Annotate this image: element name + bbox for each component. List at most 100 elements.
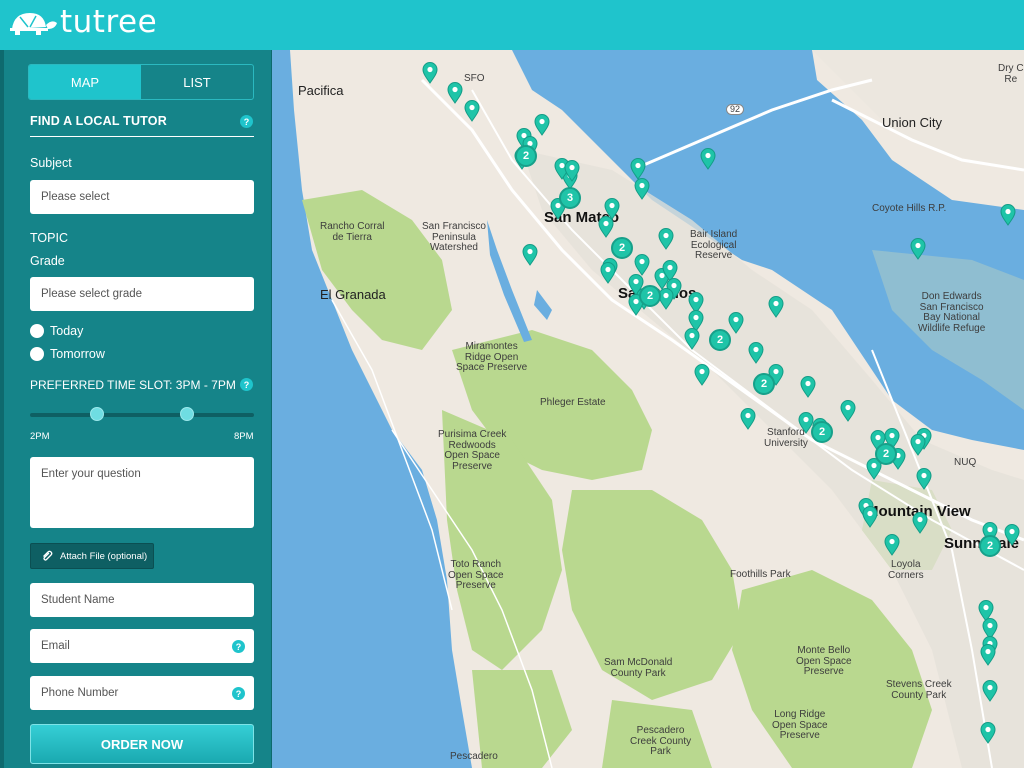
- student-name-input[interactable]: Student Name: [30, 583, 254, 617]
- top-header: tutree: [0, 0, 1024, 50]
- phone-placeholder: Phone Number: [41, 687, 119, 699]
- tutor-pin-icon[interactable]: [862, 506, 878, 528]
- slider-end-handle[interactable]: [179, 407, 194, 421]
- map-label-rancho-corral: Rancho Corral de Tierra: [320, 221, 385, 243]
- map-label-dry-creek: Dry C Re: [998, 63, 1024, 85]
- tomorrow-radio[interactable]: Tomorrow: [30, 347, 105, 361]
- tutor-pin-icon[interactable]: [980, 644, 996, 666]
- time-slot-label: PREFERRED TIME SLOT: 3PM - 7PM: [30, 378, 236, 392]
- tutor-pin-icon[interactable]: [598, 216, 614, 238]
- map-label-coyote-hills: Coyote Hills R.P.: [872, 203, 947, 214]
- map-label-toto-ranch: Toto Ranch Open Space Preserve: [448, 559, 504, 591]
- slider-start-handle[interactable]: [90, 407, 105, 421]
- tutor-map[interactable]: Pacifica SFO Union City Dry C Re 92 San M…: [272, 50, 1024, 768]
- map-label-pescadero-park: Pescadero Creek County Park: [630, 725, 692, 757]
- tutor-cluster-marker[interactable]: 2: [611, 237, 633, 259]
- tutor-pin-icon[interactable]: [982, 680, 998, 702]
- tutor-pin-icon[interactable]: [634, 178, 650, 200]
- subject-select[interactable]: Please select: [30, 180, 254, 214]
- tutor-cluster-marker[interactable]: 2: [811, 421, 833, 443]
- grade-label: Grade: [30, 254, 65, 268]
- tutor-pin-icon[interactable]: [910, 238, 926, 260]
- question-textarea[interactable]: Enter your question: [30, 457, 254, 528]
- map-label-stevens-creek: Stevens Creek County Park: [886, 679, 952, 701]
- tutor-pin-icon[interactable]: [1004, 524, 1020, 546]
- tutor-pin-icon[interactable]: [728, 312, 744, 334]
- tutor-cluster-marker[interactable]: 2: [515, 145, 537, 167]
- tutor-cluster-marker[interactable]: 2: [639, 285, 661, 307]
- tutor-pin-icon[interactable]: [634, 254, 650, 276]
- radio-circle-icon: [30, 347, 44, 361]
- tutor-cluster-marker[interactable]: 2: [979, 535, 1001, 557]
- tutor-pin-icon[interactable]: [800, 376, 816, 398]
- tutor-pin-icon[interactable]: [694, 364, 710, 386]
- today-radio[interactable]: Today: [30, 324, 83, 338]
- map-label-el-granada: El Granada: [320, 287, 386, 302]
- attach-label: Attach File (optional): [60, 550, 148, 562]
- slider-min-label: 2PM: [30, 431, 50, 442]
- tab-list[interactable]: LIST: [141, 65, 253, 99]
- topic-label: TOPIC: [30, 231, 68, 245]
- help-icon[interactable]: ?: [232, 687, 245, 700]
- tutor-pin-icon[interactable]: [1000, 204, 1016, 226]
- attach-file-button[interactable]: Attach File (optional): [30, 543, 154, 569]
- tutor-pin-icon[interactable]: [700, 148, 716, 170]
- map-label-pescadero: Pescadero: [450, 751, 498, 762]
- tutor-pin-icon[interactable]: [564, 160, 580, 182]
- brand-logo[interactable]: tutree: [6, 4, 157, 40]
- tutor-pin-icon[interactable]: [630, 158, 646, 180]
- map-label-purisima: Purisima Creek Redwoods Open Space Preserve: [438, 429, 507, 472]
- grade-select[interactable]: Please select grade: [30, 277, 254, 311]
- tutor-cluster-marker[interactable]: 2: [709, 329, 731, 351]
- tutor-pin-icon[interactable]: [980, 722, 996, 744]
- tutor-pin-icon[interactable]: [768, 296, 784, 318]
- help-icon[interactable]: ?: [240, 115, 253, 128]
- tutor-cluster-marker[interactable]: 3: [559, 187, 581, 209]
- tutor-pin-icon[interactable]: [884, 534, 900, 556]
- map-label-phleger: Phleger Estate: [540, 397, 606, 408]
- tutor-pin-icon[interactable]: [740, 408, 756, 430]
- tab-map[interactable]: MAP: [29, 65, 141, 99]
- map-label-miramontes: Miramontes Ridge Open Space Preserve: [456, 341, 528, 373]
- map-label-sf-watershed: San Francisco Peninsula Watershed: [422, 221, 486, 253]
- map-label-nuq: NUQ: [954, 457, 977, 468]
- map-label-foothills: Foothills Park: [730, 569, 791, 580]
- help-icon[interactable]: ?: [232, 640, 245, 653]
- email-placeholder: Email: [41, 640, 70, 652]
- map-label-long-ridge: Long Ridge Open Space Preserve: [772, 709, 828, 741]
- order-now-button[interactable]: ORDER NOW: [30, 724, 254, 764]
- help-icon[interactable]: ?: [240, 378, 253, 391]
- tutor-pin-icon[interactable]: [464, 100, 480, 122]
- tutor-pin-icon[interactable]: [748, 342, 764, 364]
- tutor-pin-icon[interactable]: [658, 228, 674, 250]
- email-input[interactable]: Email ?: [30, 629, 254, 663]
- today-label: Today: [50, 324, 84, 338]
- tutor-pin-icon[interactable]: [447, 82, 463, 104]
- paperclip-icon: [43, 550, 53, 561]
- tutor-pin-icon[interactable]: [422, 62, 438, 84]
- tutor-pin-icon[interactable]: [522, 244, 538, 266]
- map-label-loyola: Loyola Corners: [888, 559, 924, 581]
- radio-circle-icon: [30, 324, 44, 338]
- tutor-pin-icon[interactable]: [534, 114, 550, 136]
- tutor-pin-icon[interactable]: [840, 400, 856, 422]
- tutor-pin-icon[interactable]: [912, 512, 928, 534]
- tomorrow-label: Tomorrow: [50, 347, 105, 361]
- time-slot-slider[interactable]: [30, 413, 254, 417]
- phone-input[interactable]: Phone Number ?: [30, 676, 254, 710]
- view-toggle: MAP LIST: [28, 64, 254, 100]
- search-sidebar: MAP LIST FIND A LOCAL TUTOR ? Subject Pl…: [0, 50, 272, 768]
- tutor-pin-icon[interactable]: [684, 328, 700, 350]
- tutor-cluster-marker[interactable]: 2: [875, 443, 897, 465]
- tutor-pin-icon[interactable]: [916, 468, 932, 490]
- tutor-pin-icon[interactable]: [600, 262, 616, 284]
- form-title: FIND A LOCAL TUTOR: [30, 114, 167, 128]
- brand-name: tutree: [60, 4, 158, 40]
- map-label-don-edwards: Don Edwards San Francisco Bay National Wild…: [918, 291, 986, 334]
- map-route-92: 92: [726, 104, 745, 116]
- tutor-cluster-marker[interactable]: 2: [753, 373, 775, 395]
- tutor-pin-icon[interactable]: [910, 434, 926, 456]
- slider-max-label: 8PM: [234, 431, 254, 442]
- map-label-pacifica: Pacifica: [298, 83, 344, 98]
- subject-label: Subject: [30, 156, 72, 170]
